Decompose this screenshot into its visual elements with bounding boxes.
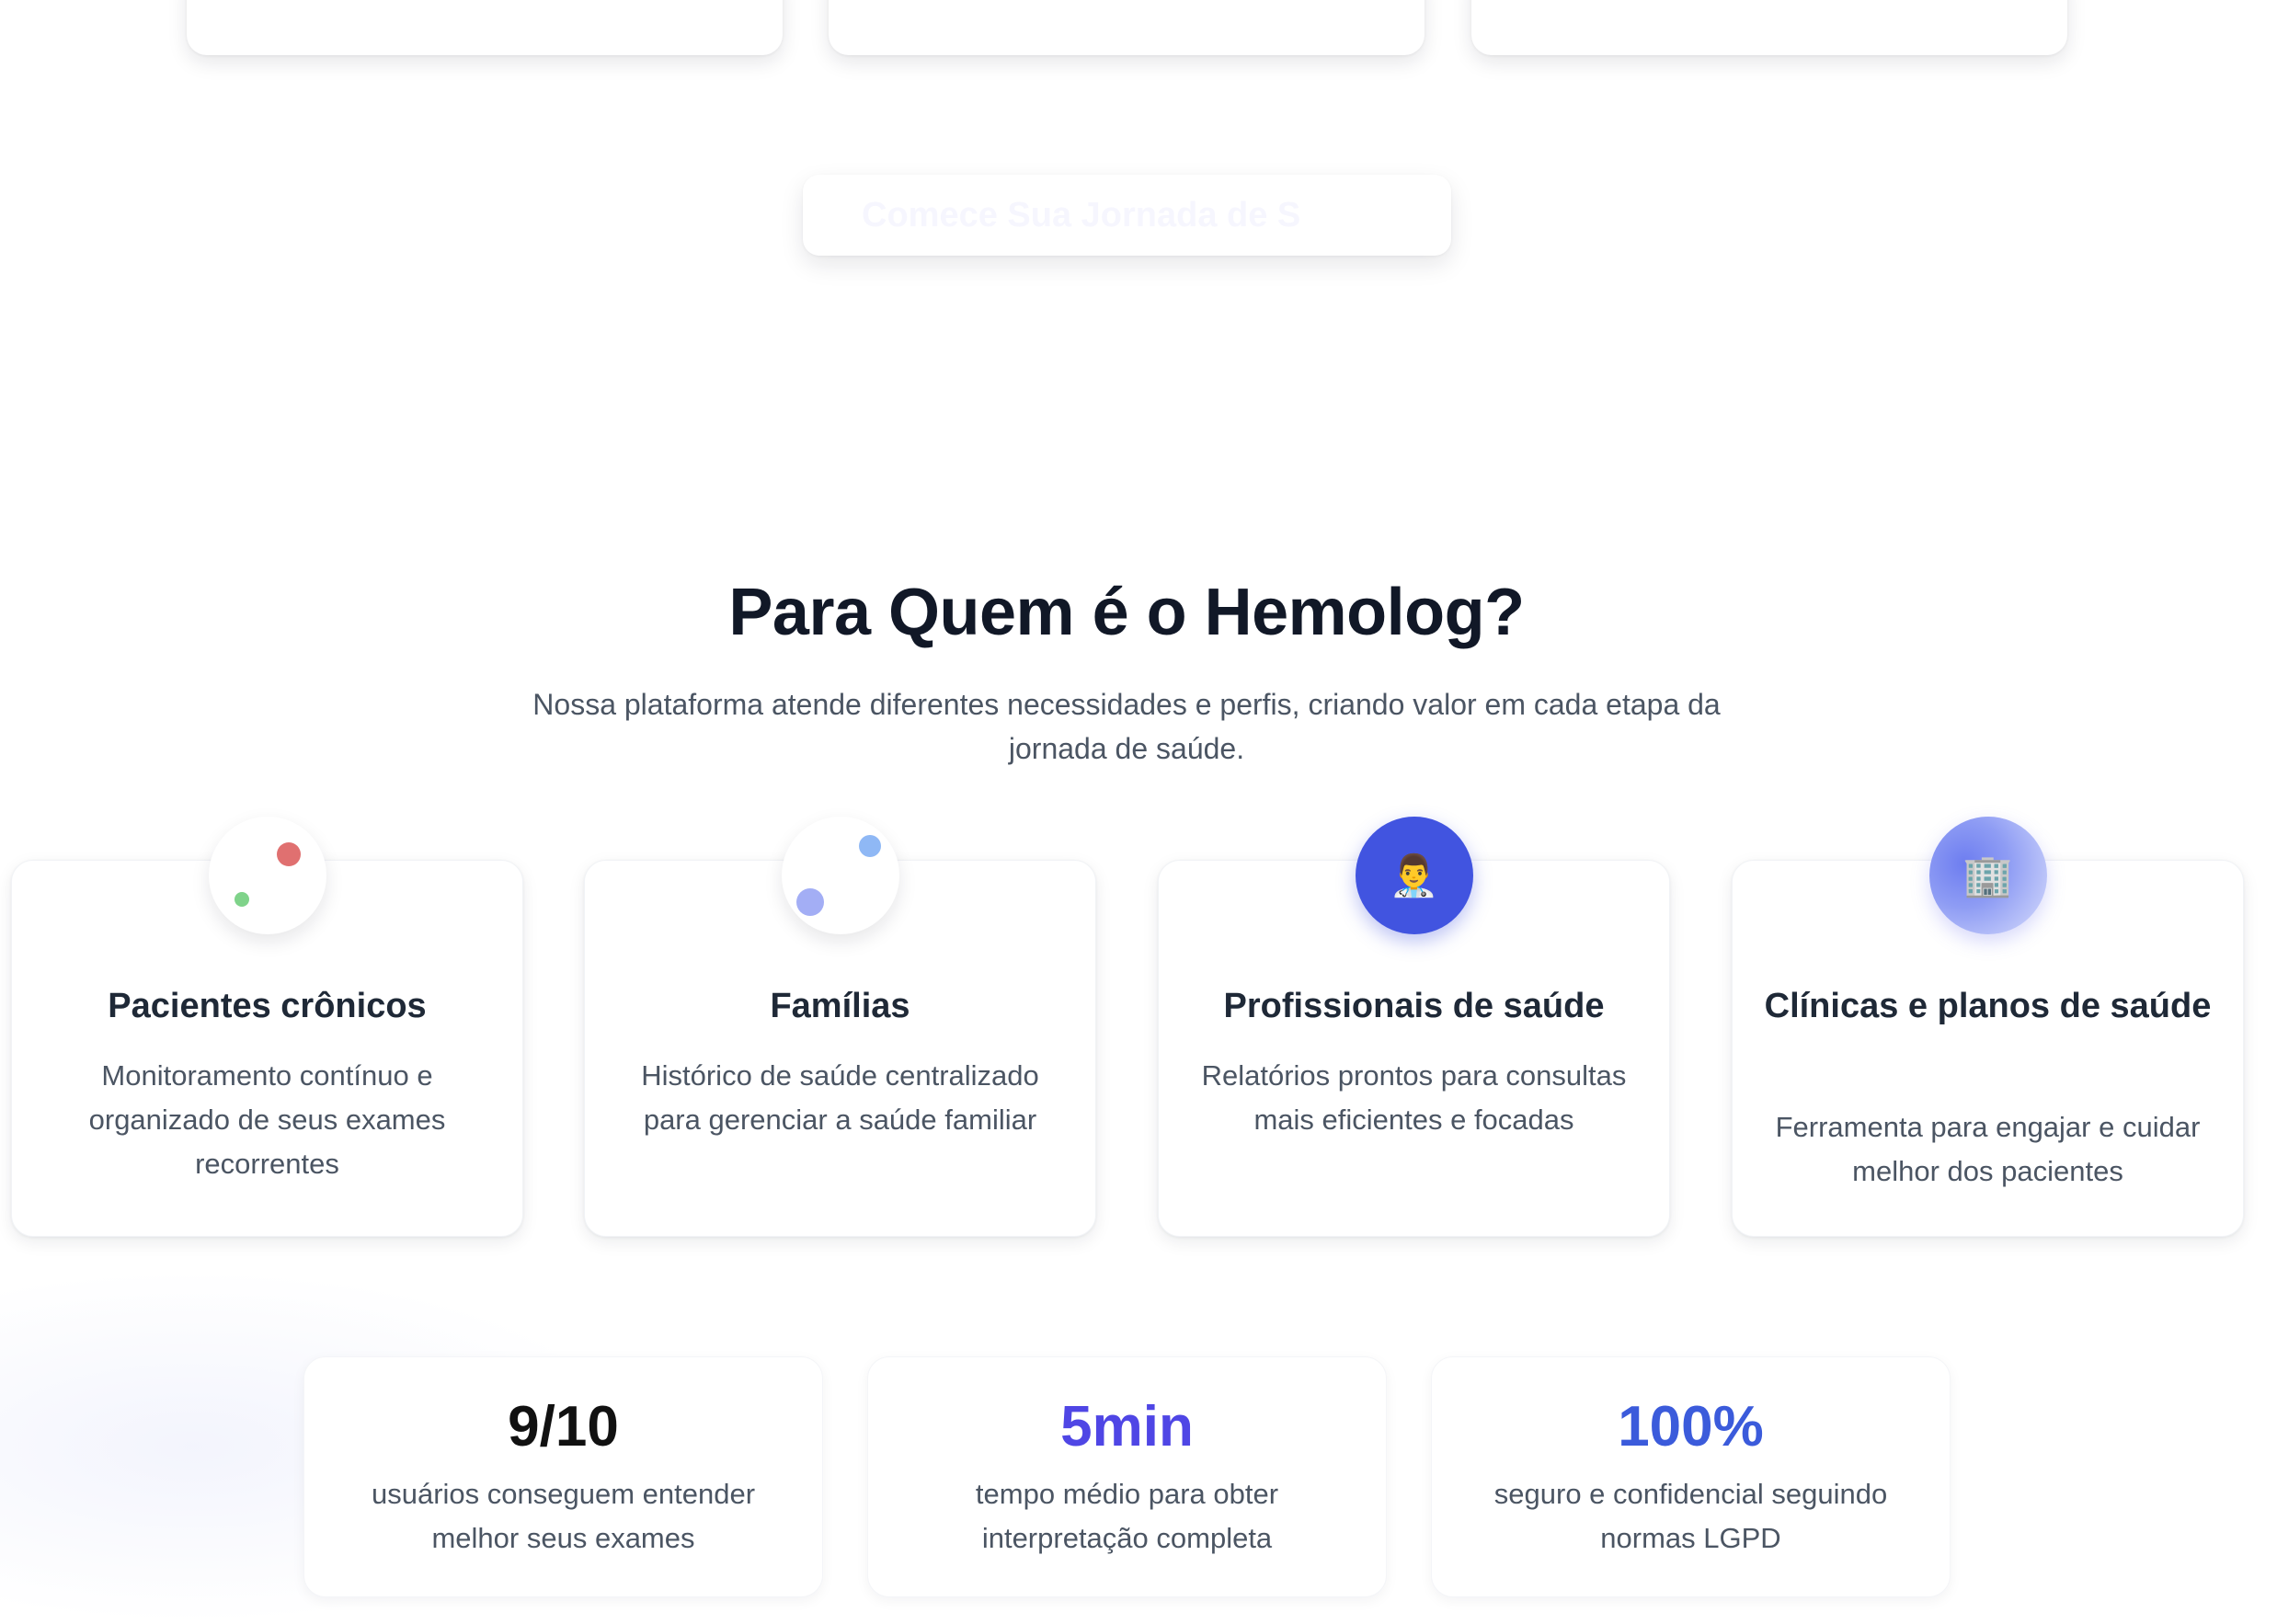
section-subtitle: Nossa plataforma atende diferentes neces…: [532, 688, 1721, 765]
audience-title: Famílias: [770, 987, 910, 1025]
audience-card-health-professionals: 👨‍⚕️ Profissionais de saúde Relatórios p…: [1158, 817, 1670, 1237]
stat-value: 100%: [1618, 1395, 1764, 1458]
family-icon: [781, 817, 899, 934]
audience-title: Clínicas e planos de saúde: [1764, 987, 2212, 1025]
audience-description: Monitoramento contínuo e organizado de s…: [88, 1059, 446, 1180]
page: Comece Sua Jornada de S Para Quem é o He…: [0, 0, 2277, 1624]
start-journey-label: Comece Sua Jornada de S: [862, 195, 1301, 234]
stat-card-security: 100% seguro e confidencial seguindo norm…: [1431, 1356, 1951, 1597]
feature-card: [829, 0, 1425, 55]
stat-card-time: 5min tempo médio para obter interpretaçã…: [867, 1356, 1387, 1597]
audience-description: Relatórios prontos para consultas mais e…: [1201, 1059, 1627, 1136]
stat-value: 5min: [1060, 1395, 1194, 1458]
audience-description: Histórico de saúde centralizado para ger…: [641, 1059, 1039, 1136]
feature-card: [187, 0, 783, 55]
audience-title: Pacientes crônicos: [108, 987, 427, 1025]
feature-card: [1471, 0, 2067, 55]
stat-card-understanding: 9/10 usuários conseguem entender melhor …: [303, 1356, 823, 1597]
audience-description: Ferramenta para engajar e cuidar melhor …: [1775, 1111, 2201, 1187]
section-title: Para Quem é o Hemolog?: [728, 576, 1525, 649]
audience-card-families: Famílias Histórico de saúde centralizado…: [584, 817, 1096, 1237]
heart-icon: [208, 817, 326, 934]
stat-label: seguro e confidencial seguindo normas LG…: [1493, 1478, 1888, 1554]
building-icon: 🏢: [1928, 817, 2047, 934]
audience-title: Profissionais de saúde: [1223, 987, 1605, 1025]
audience-card-chronic-patients: Pacientes crônicos Monitoramento contínu…: [11, 817, 523, 1237]
stat-label: usuários conseguem entender melhor seus …: [371, 1478, 756, 1554]
doctor-icon: 👨‍⚕️: [1355, 817, 1473, 934]
stat-label: tempo médio para obter interpretação com…: [975, 1478, 1279, 1554]
start-journey-button[interactable]: Comece Sua Jornada de S: [803, 175, 1451, 256]
stat-value: 9/10: [508, 1395, 619, 1458]
audience-card-clinics: 🏢 Clínicas e planos de saúde Ferramenta …: [1732, 817, 2244, 1237]
